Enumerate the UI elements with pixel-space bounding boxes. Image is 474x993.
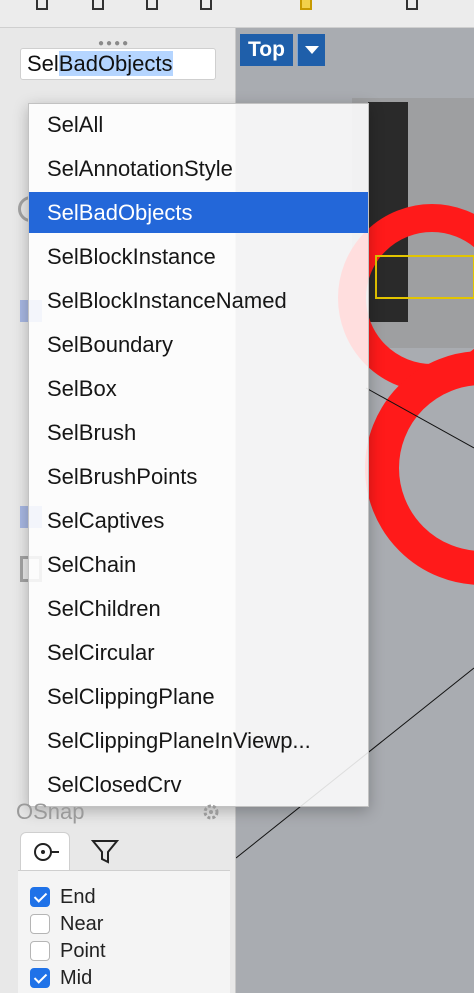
mid-checkbox[interactable] — [30, 968, 50, 988]
red-ring-lower — [365, 351, 474, 585]
osnap-option-mid[interactable]: Mid — [30, 965, 92, 991]
filter-icon — [90, 840, 120, 864]
osnap-header: OSnap — [6, 793, 232, 827]
layout-icon[interactable] — [146, 0, 158, 10]
menu-item-selblockinstance[interactable]: SelBlockInstance — [29, 236, 368, 277]
menu-item-selbrushpoints[interactable]: SelBrushPoints — [29, 456, 368, 497]
osnap-title: OSnap — [16, 799, 85, 824]
osnap-icon — [34, 843, 59, 861]
autocomplete-menu: SelAll SelAnnotationStyle SelBadObjects … — [28, 103, 369, 807]
render-icon[interactable] — [300, 0, 312, 10]
gear-icon[interactable] — [202, 803, 220, 821]
end-checkbox[interactable] — [30, 887, 50, 907]
osnap-option-end[interactable]: End — [30, 884, 96, 910]
array-icon[interactable] — [36, 0, 48, 10]
tab-filter[interactable] — [80, 832, 130, 870]
top-toolbar — [0, 0, 474, 28]
near-checkbox[interactable] — [30, 914, 50, 934]
menu-item-selannotationstyle[interactable]: SelAnnotationStyle — [29, 148, 368, 189]
point-label: Point — [60, 939, 106, 962]
mid-label: Mid — [60, 966, 93, 989]
viewport-menu-chevron-down-icon[interactable] — [297, 34, 325, 66]
viewport-title[interactable]: Top — [240, 34, 293, 66]
osnap-tabs — [20, 832, 230, 870]
menu-item-selclippingplaneinviewport[interactable]: SelClippingPlaneInViewp... — [29, 720, 368, 761]
tab-osnap[interactable] — [20, 832, 70, 870]
menu-item-selbadobjects[interactable]: SelBadObjects — [29, 192, 368, 233]
command-prefix: Sel — [27, 51, 59, 76]
menu-item-selchain[interactable]: SelChain — [29, 544, 368, 585]
menu-item-selchildren[interactable]: SelChildren — [29, 588, 368, 629]
point-checkbox[interactable] — [30, 941, 50, 961]
near-label: Near — [60, 912, 104, 935]
menu-item-selbrush[interactable]: SelBrush — [29, 412, 368, 453]
dimension-icon[interactable] — [200, 0, 212, 10]
menu-item-selclippingplane[interactable]: SelClippingPlane — [29, 676, 368, 717]
command-input[interactable]: SelBadObjects — [20, 48, 216, 80]
menu-item-selcaptives[interactable]: SelCaptives — [29, 500, 368, 541]
menu-item-selall[interactable]: SelAll — [29, 104, 368, 145]
menu-item-selbox[interactable]: SelBox — [29, 368, 368, 409]
menu-item-selboundary[interactable]: SelBoundary — [29, 324, 368, 365]
menu-item-selblockinstancenamed[interactable]: SelBlockInstanceNamed — [29, 280, 368, 321]
osnap-option-near[interactable]: Near — [30, 911, 103, 937]
osnap-option-point[interactable]: Point — [30, 938, 106, 964]
end-label: End — [60, 885, 96, 908]
grid-icon[interactable] — [92, 0, 104, 10]
menu-item-selcircular[interactable]: SelCircular — [29, 632, 368, 673]
command-selected-text: BadObjects — [58, 51, 173, 76]
snapshot-icon[interactable] — [406, 0, 418, 10]
osnap-options: End Near Point Mid — [18, 870, 230, 993]
